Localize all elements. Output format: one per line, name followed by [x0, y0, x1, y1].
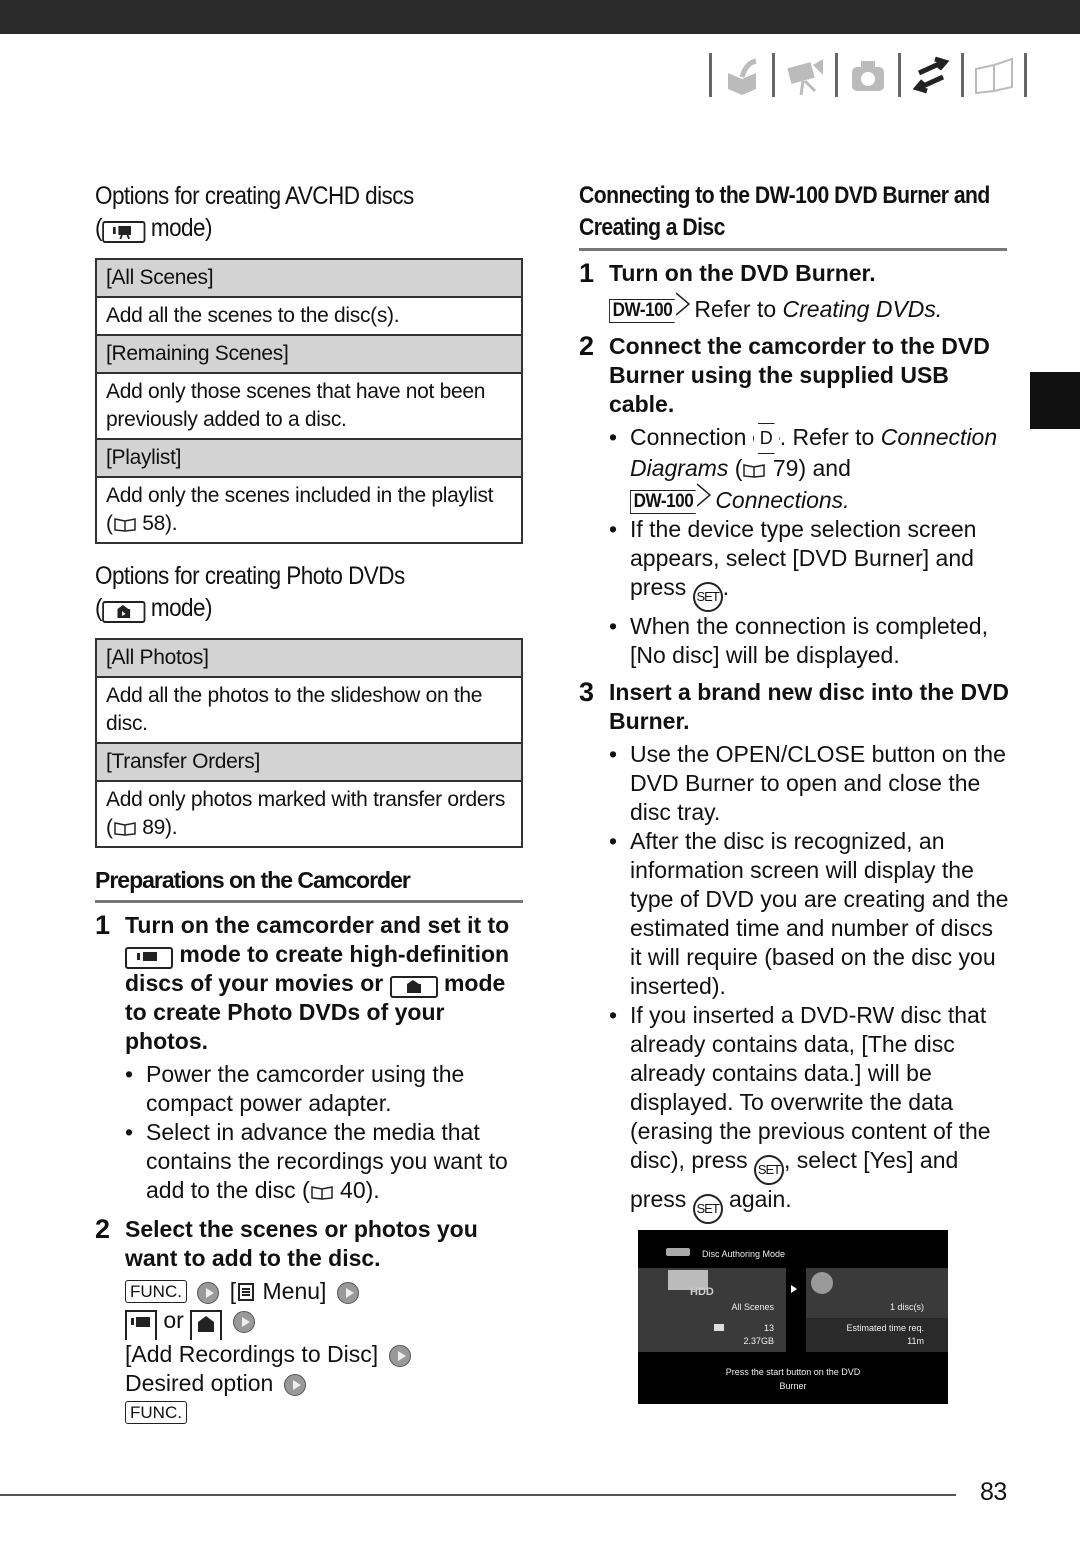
photo-mode-icon — [190, 1310, 223, 1340]
set-button-icon: SET — [692, 582, 723, 612]
step-2: 2 Select the scenes or photos you want to… — [95, 1214, 478, 1272]
right-column: Connecting to the DW-100 DVD Burner and … — [579, 180, 1009, 1224]
external-connections-icon[interactable] — [907, 53, 955, 97]
movie-mode-icon — [125, 947, 173, 969]
next-arrow-icon — [388, 1345, 411, 1367]
movie-mode-icon — [101, 221, 146, 243]
book-icon — [310, 1186, 333, 1200]
chapter-tab — [1030, 372, 1080, 429]
option-transfer-orders: [Transfer Orders] — [96, 742, 522, 781]
step-3: 3 Insert a brand new disc into the DVD Bu… — [579, 677, 1010, 735]
section-nav — [703, 52, 1033, 98]
section-title: Connecting to the DW-100 DVD Burner and … — [579, 182, 990, 241]
func-button[interactable]: FUNC. — [125, 1401, 187, 1424]
photo-icon[interactable] — [844, 53, 892, 97]
prepare-icon[interactable] — [718, 53, 766, 97]
func-button[interactable]: FUNC. — [125, 1280, 187, 1303]
dw-100-tag: DW-100 — [630, 490, 696, 514]
next-arrow-icon — [232, 1311, 255, 1333]
book-icon — [113, 822, 136, 836]
bullet: • Connection D. Refer to Connection Diagr… — [609, 423, 998, 514]
page-number: 83 — [980, 1478, 1007, 1506]
additional-info-icon[interactable] — [970, 53, 1018, 97]
option-all-scenes: [All Scenes] — [96, 258, 522, 297]
preparations-title: Preparations on the Camcorder — [95, 864, 523, 903]
dw-100-tag: DW-100 — [609, 299, 675, 323]
menu-icon — [238, 1283, 255, 1301]
bullet: • If the device type selection screen app… — [609, 515, 1009, 612]
step-1: 1 Turn on the DVD Burner. — [579, 258, 876, 288]
next-arrow-icon — [283, 1374, 306, 1396]
bullet: • If you inserted a DVD-RW disc that alre… — [609, 1001, 1009, 1224]
top-bar — [0, 0, 1080, 34]
movie-mode-icon — [125, 1310, 157, 1340]
set-button-icon: SET — [753, 1155, 784, 1185]
option-all-photos: [All Photos] — [96, 638, 522, 677]
bullet: • When the connection is completed, [No d… — [609, 613, 988, 668]
step-1: 1 Turn on the camcorder and set it to mod… — [95, 910, 510, 1055]
set-button-icon: SET — [692, 1194, 723, 1224]
step-2: 2 Connect the camcorder to the DVD Burner… — [579, 331, 990, 418]
bullet: • Use the OPEN/CLOSE button on the DVD Bu… — [609, 741, 1006, 825]
option-remaining-scenes: [Remaining Scenes] — [96, 334, 522, 373]
connection-d-icon: D — [752, 423, 780, 454]
next-arrow-icon — [336, 1282, 359, 1304]
arrow-icon — [791, 1285, 797, 1293]
bullet: • After the disc is recognized, an inform… — [609, 828, 1009, 999]
photo-mode-icon — [101, 601, 146, 623]
avchd-options-table: [All Scenes] Add all the scenes to the d… — [95, 258, 523, 544]
bullet: • Select in advance the media that contai… — [125, 1119, 508, 1203]
dvd-burner-icon — [666, 1248, 690, 1256]
disc-authoring-screen: Disc Authoring Mode HDD All Scenes 13 2.… — [638, 1230, 948, 1404]
book-icon — [743, 464, 766, 478]
footer-rule — [0, 1494, 956, 1496]
photo-mode-icon — [389, 976, 438, 998]
movie-icon[interactable] — [781, 53, 829, 97]
next-arrow-icon — [197, 1282, 220, 1304]
bullet: • Power the camcorder using the compact p… — [125, 1061, 465, 1116]
photo-options-title: Options for creating Photo DVDs — [95, 562, 405, 590]
left-column: Options for creating AVCHD discs ( mode)… — [95, 180, 523, 1427]
book-icon — [113, 518, 136, 532]
photo-options-table: [All Photos] Add all the photos to the s… — [95, 638, 523, 848]
avchd-options-title: Options for creating AVCHD discs — [95, 182, 414, 210]
option-playlist: [Playlist] — [96, 438, 522, 477]
dvd-r-icon — [811, 1272, 833, 1294]
scenes-icon — [714, 1324, 724, 1331]
